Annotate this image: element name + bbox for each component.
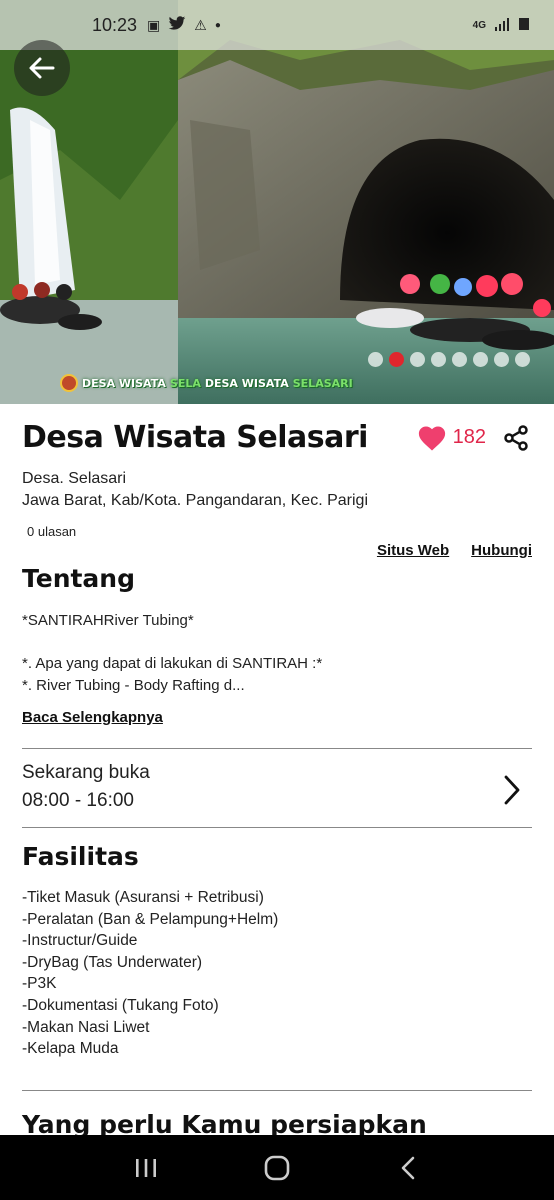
back-button[interactable] <box>14 40 70 96</box>
hero-image-carousel[interactable]: DESA WISATA SELA DESA WISATA SELASARI <box>0 0 554 404</box>
title-row: Desa Wisata Selasari 182 <box>22 420 532 455</box>
recents-button[interactable] <box>116 1143 176 1193</box>
about-text: *SANTIRAHRiver Tubing* *. Apa yang dapat… <box>22 612 323 694</box>
carousel-dot[interactable] <box>515 352 530 367</box>
facility-item: -Makan Nasi Liwet <box>22 1018 150 1036</box>
divider <box>22 748 532 749</box>
place-title: Desa Wisata Selasari <box>22 420 368 455</box>
carousel-dot[interactable] <box>410 352 425 367</box>
carousel-dot[interactable] <box>494 352 509 367</box>
like-count: 182 <box>452 426 486 448</box>
battery-icon <box>518 17 530 34</box>
website-link[interactable]: Situs Web <box>377 542 449 559</box>
review-count[interactable]: 0 ulasan <box>27 524 76 539</box>
facilities-title: Fasilitas <box>22 842 139 871</box>
facility-item: -Kelapa Muda <box>22 1040 119 1058</box>
carousel-indicator <box>368 352 530 367</box>
share-icon <box>504 424 528 451</box>
hero-photo <box>0 0 554 404</box>
facility-item: -Peralatan (Ban & Pelampung+Helm) <box>22 910 279 928</box>
twitter-notification-icon <box>168 16 186 34</box>
home-icon <box>264 1155 290 1180</box>
watermark-text-2: DESA WISATA <box>204 376 289 390</box>
opening-hours-row[interactable]: Sekarang buka 08:00 - 16:00 <box>22 762 532 828</box>
address: Desa. Selasari Jawa Barat, Kab/Kota. Pan… <box>22 468 368 512</box>
nav-back-icon <box>402 1156 415 1179</box>
contact-link[interactable]: Hubungi <box>471 542 532 559</box>
watermark-text-green: SELA <box>169 376 201 390</box>
network-type-label: 4G <box>472 19 486 31</box>
chevron-right-icon <box>504 775 520 805</box>
about-title: Tentang <box>22 564 136 593</box>
divider <box>22 827 532 828</box>
warning-notification-icon: ⚠ <box>194 16 207 33</box>
dot-notification-icon: ● <box>214 19 221 31</box>
status-bar: 10:23 ▣ ⚠ ● 4G <box>0 0 554 50</box>
open-status: Sekarang buka <box>22 762 150 783</box>
carousel-dot[interactable] <box>368 352 383 367</box>
divider <box>22 1090 532 1091</box>
facility-item: -P3K <box>22 975 57 993</box>
watermark-logo-icon <box>60 374 78 392</box>
recents-icon <box>135 1158 156 1177</box>
address-line-1: Desa. Selasari <box>22 470 127 487</box>
action-links: Situs Web Hubungi <box>377 542 532 559</box>
share-button[interactable] <box>500 422 532 454</box>
read-more-link[interactable]: Baca Selengkapnya <box>22 709 163 726</box>
signal-icon <box>494 17 510 34</box>
watermark-text: DESA WISATA <box>82 376 166 390</box>
photo-watermark: DESA WISATA SELA DESA WISATA SELASARI <box>60 374 353 392</box>
facility-item: -Instructur/Guide <box>22 932 138 950</box>
nav-back-button[interactable] <box>378 1143 438 1193</box>
address-line-2: Jawa Barat, Kab/Kota. Pangandaran, Kec. … <box>22 492 368 509</box>
arrow-left-icon <box>29 57 55 79</box>
image-notification-icon: ▣ <box>147 16 161 33</box>
facility-item: -Dokumentasi (Tukang Foto) <box>22 996 219 1014</box>
opening-hours-time: 08:00 - 16:00 <box>22 790 134 811</box>
facility-item: -Tiket Masuk (Asuransi + Retribusi) <box>22 889 264 906</box>
carousel-dot[interactable] <box>431 352 446 367</box>
heart-icon <box>418 426 445 450</box>
carousel-dot[interactable] <box>452 352 467 367</box>
home-button[interactable] <box>247 1143 307 1193</box>
status-time: 10:23 <box>92 14 138 35</box>
carousel-dot-active[interactable] <box>389 352 404 367</box>
facilities-list: -Tiket Masuk (Asuransi + Retribusi) -Per… <box>22 887 278 1060</box>
notification-icons: ▣ ⚠ ● <box>147 16 221 34</box>
like-button[interactable]: 182 <box>417 424 486 452</box>
carousel-dot[interactable] <box>473 352 488 367</box>
system-nav-bar <box>0 1135 554 1200</box>
facility-item: -DryBag (Tas Underwater) <box>22 953 203 971</box>
system-status-icons: 4G <box>473 17 530 34</box>
watermark-text-2-green: SELASARI <box>292 376 353 390</box>
